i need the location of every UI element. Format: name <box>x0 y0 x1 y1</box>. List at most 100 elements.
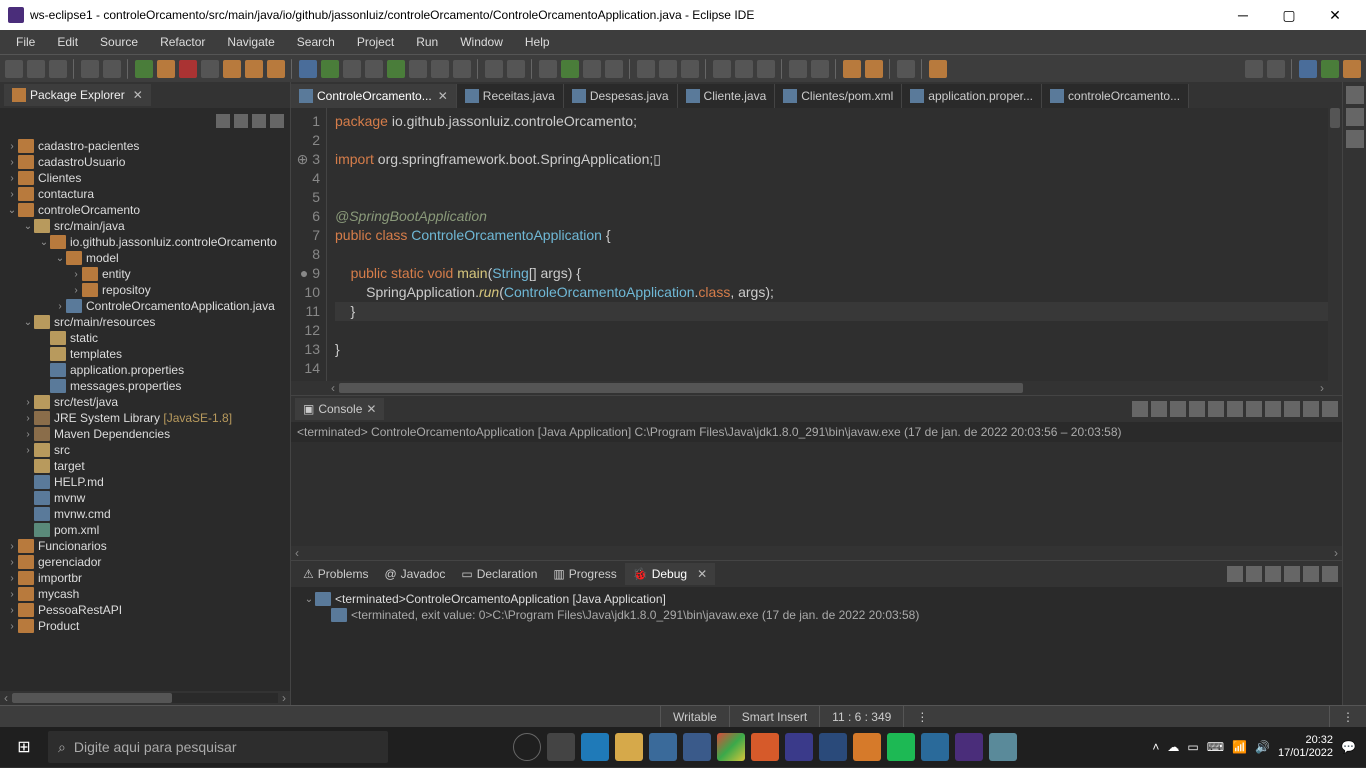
tray-up-icon[interactable]: ˄ <box>1152 740 1159 754</box>
tab-declaration[interactable]: ▭Declaration <box>453 563 545 585</box>
tree-item[interactable]: ⌄src/main/resources <box>0 314 290 330</box>
tool-redo[interactable] <box>103 60 121 78</box>
app-spotify[interactable] <box>887 733 915 761</box>
app-sts[interactable] <box>989 733 1017 761</box>
app-eclipse[interactable] <box>955 733 983 761</box>
tool-step-over[interactable] <box>245 60 263 78</box>
other-icon[interactable] <box>1346 130 1364 148</box>
open-console-icon[interactable] <box>1284 401 1300 417</box>
tool-wrap[interactable] <box>713 60 731 78</box>
tree-item[interactable]: mvnw.cmd <box>0 506 290 522</box>
editor-tab[interactable]: Despesas.java <box>564 84 678 108</box>
tool-breakpoint[interactable] <box>789 60 807 78</box>
menu-window[interactable]: Window <box>450 31 513 53</box>
close-icon[interactable]: ✕ <box>697 567 707 581</box>
editor-hscroll[interactable]: ‹ › <box>291 381 1342 395</box>
tree-item[interactable]: static <box>0 330 290 346</box>
console-hscroll[interactable]: ‹ › <box>291 546 1342 560</box>
tool-tasks[interactable] <box>507 60 525 78</box>
tool-bookmark[interactable] <box>659 60 677 78</box>
menu-refactor[interactable]: Refactor <box>150 31 215 53</box>
wordwrap-icon[interactable] <box>1227 401 1243 417</box>
editor-tab[interactable]: Receitas.java <box>457 84 564 108</box>
close-button[interactable]: ✕ <box>1312 0 1358 30</box>
tree-item[interactable]: messages.properties <box>0 378 290 394</box>
debug-tree[interactable]: ⌄<terminated>ControleOrcamentoApplicatio… <box>291 587 1342 627</box>
tool-step-return[interactable] <box>267 60 285 78</box>
tree-item[interactable]: ›src/test/java <box>0 394 290 410</box>
status-more[interactable]: ⋮ <box>903 706 940 727</box>
maximize-icon[interactable] <box>1322 566 1338 582</box>
tool-search-open[interactable] <box>485 60 503 78</box>
editor-tab[interactable]: Cliente.java <box>678 84 776 108</box>
terminate-icon[interactable] <box>1132 401 1148 417</box>
status-notification-icon[interactable]: ⋮ <box>1329 706 1366 727</box>
tree-item[interactable]: ›Maven Dependencies <box>0 426 290 442</box>
close-icon[interactable]: ✕ <box>438 89 448 103</box>
code-editor[interactable]: 12⊕ 345678● 91011121314 package io.githu… <box>291 108 1342 381</box>
tree-item[interactable]: ›Clientes <box>0 170 290 186</box>
tool-debug[interactable] <box>299 60 317 78</box>
tool-relaunch[interactable] <box>387 60 405 78</box>
link-icon[interactable] <box>234 114 248 128</box>
console-tab[interactable]: ▣ Console ✕ <box>295 398 384 420</box>
menu-help[interactable]: Help <box>515 31 560 53</box>
app-firefox[interactable] <box>785 733 813 761</box>
tool-block[interactable] <box>735 60 753 78</box>
tool-whitespace[interactable] <box>757 60 775 78</box>
tab-problems[interactable]: ⚠Problems <box>295 563 376 585</box>
tool-forward[interactable] <box>865 60 883 78</box>
pin-icon[interactable] <box>1246 401 1262 417</box>
package-explorer-tab[interactable]: Package Explorer ✕ <box>4 84 151 106</box>
tree-item[interactable]: ›ControleOrcamentoApplication.java <box>0 298 290 314</box>
layout-icon[interactable] <box>1227 566 1243 582</box>
menu-project[interactable]: Project <box>347 31 404 53</box>
tree-item[interactable]: ›entity <box>0 266 290 282</box>
remove-icon[interactable] <box>1246 566 1262 582</box>
tool-saveall[interactable] <box>49 60 67 78</box>
tab-progress[interactable]: ▥Progress <box>545 563 624 585</box>
tree-item[interactable]: ›src <box>0 442 290 458</box>
close-icon[interactable]: ✕ <box>133 88 143 102</box>
console-body[interactable] <box>291 442 1342 546</box>
outline-icon[interactable] <box>1346 86 1364 104</box>
tool-open-perspective[interactable] <box>1267 60 1285 78</box>
tool-run-ext[interactable] <box>561 60 579 78</box>
clear-icon[interactable] <box>1189 401 1205 417</box>
tool-runlast[interactable] <box>365 60 383 78</box>
tree-item[interactable]: ⌄model <box>0 250 290 266</box>
minimize-icon[interactable] <box>1303 566 1319 582</box>
tree-item[interactable]: mvnw <box>0 490 290 506</box>
taskbar-clock[interactable]: 20:32 17/01/2022 <box>1278 734 1333 760</box>
tree-item[interactable]: ›PessoaRestAPI <box>0 602 290 618</box>
tool-debug-config[interactable] <box>605 60 623 78</box>
tool-resume[interactable] <box>135 60 153 78</box>
remove-icon[interactable] <box>1151 401 1167 417</box>
tool-run-config[interactable] <box>583 60 601 78</box>
app-chrome[interactable] <box>717 733 745 761</box>
tray-notification-icon[interactable]: 💬 <box>1341 740 1356 754</box>
tab-debug[interactable]: 🐞Debug✕ <box>625 563 715 585</box>
tree-item[interactable]: HELP.md <box>0 474 290 490</box>
tree-item[interactable]: ⌄io.github.jassonluiz.controleOrcamento <box>0 234 290 250</box>
tray-cloud-icon[interactable]: ☁ <box>1167 740 1179 754</box>
tree-item[interactable]: templates <box>0 346 290 362</box>
tree-item[interactable]: ⌄controleOrcamento <box>0 202 290 218</box>
tool-pin[interactable] <box>897 60 915 78</box>
app-explorer[interactable] <box>615 733 643 761</box>
app-vscode[interactable] <box>921 733 949 761</box>
tool-newpackage[interactable] <box>431 60 449 78</box>
task-icon[interactable] <box>1346 108 1364 126</box>
close-icon[interactable]: ✕ <box>366 402 376 416</box>
menu-run[interactable]: Run <box>406 31 448 53</box>
tree-item[interactable]: ›importbr <box>0 570 290 586</box>
tree-item[interactable]: ›Product <box>0 618 290 634</box>
filter-icon[interactable] <box>252 114 266 128</box>
menu-navigate[interactable]: Navigate <box>217 31 284 53</box>
tool-newclass[interactable] <box>409 60 427 78</box>
scrolllock-icon[interactable] <box>1208 401 1224 417</box>
app-photoshop[interactable] <box>819 733 847 761</box>
minimize-icon[interactable] <box>1303 401 1319 417</box>
tree-item[interactable]: ›Funcionarios <box>0 538 290 554</box>
editor-tab[interactable]: application.proper... <box>902 84 1042 108</box>
